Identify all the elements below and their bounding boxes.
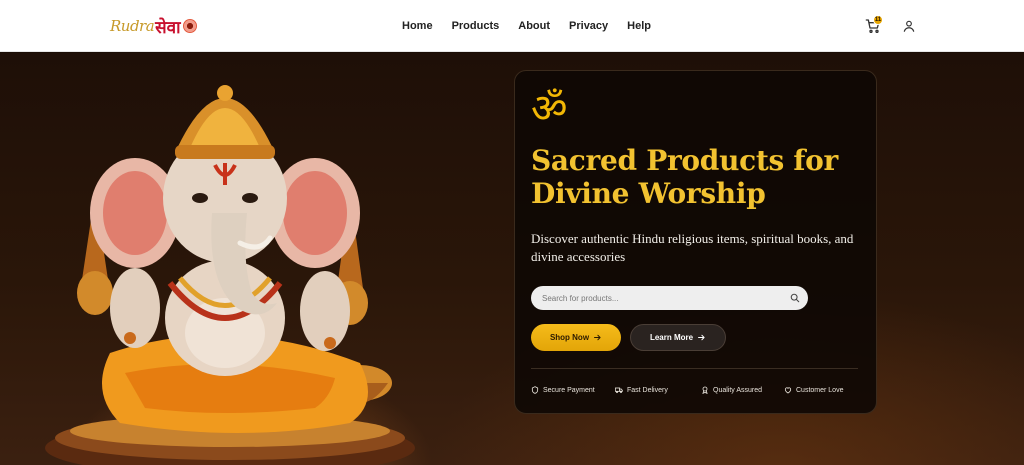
search-icon[interactable]: [790, 293, 800, 303]
nav-privacy[interactable]: Privacy: [569, 20, 608, 32]
feature-secure-payment: Secure Payment: [531, 386, 595, 394]
brand-logo[interactable]: Rudra सेवा: [110, 10, 198, 42]
feature-customer-love: Customer Love: [784, 386, 843, 394]
learn-more-button[interactable]: Learn More: [630, 324, 726, 351]
learn-more-label: Learn More: [649, 333, 694, 342]
feature-quality-assured: Quality Assured: [701, 386, 762, 394]
cart-count-badge: 11: [873, 15, 883, 25]
hero-title-line2: Divine Worship: [531, 177, 766, 210]
nav-products[interactable]: Products: [452, 20, 500, 32]
site-header: Rudra सेवा Home Products About Privacy H…: [0, 0, 1024, 52]
feature-label: Customer Love: [796, 386, 844, 394]
heart-icon: [784, 387, 792, 394]
logo-latin-text: Rudra: [110, 17, 155, 35]
ganesha-idol-image: [45, 85, 415, 465]
hero-title: Sacred Products for Divine Worship: [531, 144, 851, 210]
nav-home[interactable]: Home: [402, 20, 433, 32]
feature-label: Secure Payment: [543, 386, 595, 394]
user-icon[interactable]: [902, 19, 916, 33]
arrow-right-icon: [594, 334, 601, 341]
nav-about[interactable]: About: [518, 20, 550, 32]
om-symbol-icon: ॐ: [531, 86, 568, 132]
award-icon: [702, 386, 708, 394]
shop-now-label: Shop Now: [549, 333, 590, 342]
feature-list: Secure Payment Fast Delivery Quality Ass…: [531, 386, 858, 398]
nav-help[interactable]: Help: [627, 20, 651, 32]
feature-fast-delivery: Fast Delivery: [615, 386, 668, 394]
product-search-bar: [531, 286, 808, 310]
feature-label: Quality Assured: [713, 386, 763, 394]
arrow-right-icon: [698, 334, 705, 341]
feature-label: Fast Delivery: [627, 386, 668, 394]
logo-devanagari-text: सेवा: [155, 17, 181, 38]
shield-icon: [531, 386, 539, 394]
card-divider: [531, 368, 858, 369]
truck-icon: [615, 387, 623, 394]
hero-subtitle: Discover authentic Hindu religious items…: [531, 231, 854, 264]
main-nav: Home Products About Privacy Help: [402, 0, 670, 52]
logo-mark-icon: [182, 19, 197, 33]
search-input[interactable]: [542, 293, 782, 303]
shop-now-button[interactable]: Shop Now: [531, 324, 621, 351]
hero-title-line1: Sacred Products for: [531, 144, 838, 177]
